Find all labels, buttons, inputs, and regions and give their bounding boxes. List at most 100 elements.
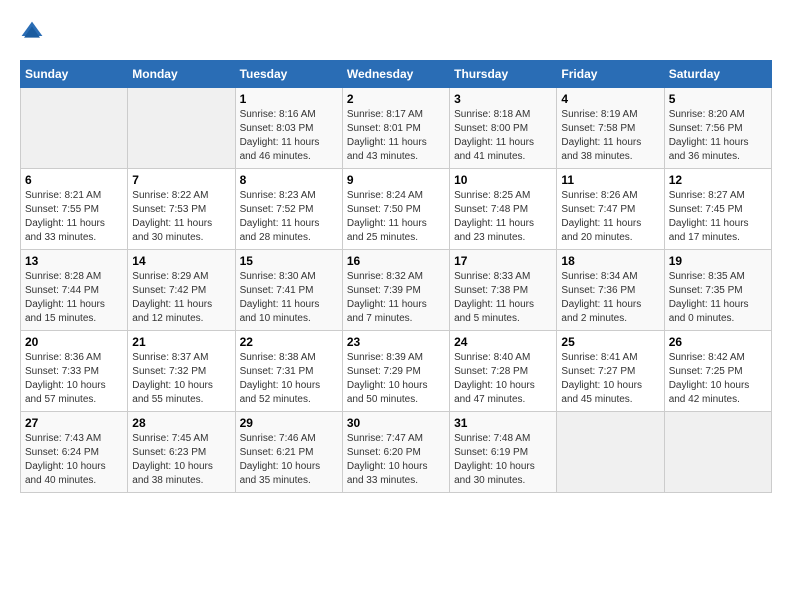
day-number: 30 [347, 416, 445, 430]
calendar-cell: 3 Sunrise: 8:18 AM Sunset: 8:00 PM Dayli… [450, 88, 557, 169]
day-number: 25 [561, 335, 659, 349]
calendar-week-row: 6 Sunrise: 8:21 AM Sunset: 7:55 PM Dayli… [21, 169, 772, 250]
calendar-cell: 11 Sunrise: 8:26 AM Sunset: 7:47 PM Dayl… [557, 169, 664, 250]
sunset-text: Sunset: 8:03 PM [240, 123, 314, 134]
sunset-text: Sunset: 7:25 PM [669, 366, 743, 377]
sunset-text: Sunset: 7:36 PM [561, 285, 635, 296]
sunrise-text: Sunrise: 8:39 AM [347, 352, 423, 363]
weekday-header-row: SundayMondayTuesdayWednesdayThursdayFrid… [21, 61, 772, 88]
daylight-text: Daylight: 11 hours and 17 minutes. [669, 218, 749, 243]
day-info: Sunrise: 8:39 AM Sunset: 7:29 PM Dayligh… [347, 351, 445, 407]
calendar-table: SundayMondayTuesdayWednesdayThursdayFrid… [20, 60, 772, 493]
calendar-cell: 14 Sunrise: 8:29 AM Sunset: 7:42 PM Dayl… [128, 250, 235, 331]
day-number: 26 [669, 335, 767, 349]
sunrise-text: Sunrise: 7:43 AM [25, 433, 101, 444]
calendar-cell: 1 Sunrise: 8:16 AM Sunset: 8:03 PM Dayli… [235, 88, 342, 169]
logo [20, 20, 48, 44]
day-number: 13 [25, 254, 123, 268]
daylight-text: Daylight: 11 hours and 5 minutes. [454, 299, 534, 324]
sunrise-text: Sunrise: 8:42 AM [669, 352, 745, 363]
day-info: Sunrise: 8:18 AM Sunset: 8:00 PM Dayligh… [454, 108, 552, 164]
sunset-text: Sunset: 6:20 PM [347, 447, 421, 458]
day-number: 11 [561, 173, 659, 187]
day-number: 28 [132, 416, 230, 430]
sunset-text: Sunset: 7:28 PM [454, 366, 528, 377]
sunset-text: Sunset: 7:33 PM [25, 366, 99, 377]
daylight-text: Daylight: 11 hours and 43 minutes. [347, 137, 427, 162]
sunset-text: Sunset: 7:45 PM [669, 204, 743, 215]
weekday-header: Tuesday [235, 61, 342, 88]
day-info: Sunrise: 8:29 AM Sunset: 7:42 PM Dayligh… [132, 270, 230, 326]
day-info: Sunrise: 8:16 AM Sunset: 8:03 PM Dayligh… [240, 108, 338, 164]
sunset-text: Sunset: 7:42 PM [132, 285, 206, 296]
day-info: Sunrise: 8:36 AM Sunset: 7:33 PM Dayligh… [25, 351, 123, 407]
sunrise-text: Sunrise: 8:18 AM [454, 109, 530, 120]
day-number: 2 [347, 92, 445, 106]
sunrise-text: Sunrise: 8:16 AM [240, 109, 316, 120]
daylight-text: Daylight: 11 hours and 25 minutes. [347, 218, 427, 243]
sunset-text: Sunset: 6:23 PM [132, 447, 206, 458]
calendar-cell: 21 Sunrise: 8:37 AM Sunset: 7:32 PM Dayl… [128, 331, 235, 412]
page-header [20, 20, 772, 44]
sunrise-text: Sunrise: 8:33 AM [454, 271, 530, 282]
daylight-text: Daylight: 10 hours and 55 minutes. [132, 380, 213, 405]
calendar-cell: 5 Sunrise: 8:20 AM Sunset: 7:56 PM Dayli… [664, 88, 771, 169]
daylight-text: Daylight: 11 hours and 46 minutes. [240, 137, 320, 162]
daylight-text: Daylight: 10 hours and 35 minutes. [240, 461, 321, 486]
sunrise-text: Sunrise: 8:29 AM [132, 271, 208, 282]
daylight-text: Daylight: 11 hours and 2 minutes. [561, 299, 641, 324]
calendar-cell: 26 Sunrise: 8:42 AM Sunset: 7:25 PM Dayl… [664, 331, 771, 412]
sunrise-text: Sunrise: 8:20 AM [669, 109, 745, 120]
day-info: Sunrise: 8:25 AM Sunset: 7:48 PM Dayligh… [454, 189, 552, 245]
weekday-header: Thursday [450, 61, 557, 88]
day-info: Sunrise: 8:42 AM Sunset: 7:25 PM Dayligh… [669, 351, 767, 407]
sunrise-text: Sunrise: 8:19 AM [561, 109, 637, 120]
day-number: 22 [240, 335, 338, 349]
calendar-cell: 16 Sunrise: 8:32 AM Sunset: 7:39 PM Dayl… [342, 250, 449, 331]
sunset-text: Sunset: 7:27 PM [561, 366, 635, 377]
calendar-cell: 25 Sunrise: 8:41 AM Sunset: 7:27 PM Dayl… [557, 331, 664, 412]
weekday-header: Saturday [664, 61, 771, 88]
daylight-text: Daylight: 10 hours and 52 minutes. [240, 380, 321, 405]
sunset-text: Sunset: 7:38 PM [454, 285, 528, 296]
logo-icon [20, 20, 44, 44]
daylight-text: Daylight: 11 hours and 38 minutes. [561, 137, 641, 162]
daylight-text: Daylight: 10 hours and 38 minutes. [132, 461, 213, 486]
day-info: Sunrise: 8:38 AM Sunset: 7:31 PM Dayligh… [240, 351, 338, 407]
day-info: Sunrise: 8:24 AM Sunset: 7:50 PM Dayligh… [347, 189, 445, 245]
day-info: Sunrise: 7:46 AM Sunset: 6:21 PM Dayligh… [240, 432, 338, 488]
weekday-header: Wednesday [342, 61, 449, 88]
daylight-text: Daylight: 11 hours and 15 minutes. [25, 299, 105, 324]
daylight-text: Daylight: 11 hours and 33 minutes. [25, 218, 105, 243]
sunrise-text: Sunrise: 7:46 AM [240, 433, 316, 444]
day-number: 21 [132, 335, 230, 349]
day-number: 4 [561, 92, 659, 106]
day-info: Sunrise: 8:17 AM Sunset: 8:01 PM Dayligh… [347, 108, 445, 164]
daylight-text: Daylight: 11 hours and 30 minutes. [132, 218, 212, 243]
day-info: Sunrise: 7:43 AM Sunset: 6:24 PM Dayligh… [25, 432, 123, 488]
sunrise-text: Sunrise: 7:45 AM [132, 433, 208, 444]
calendar-cell: 28 Sunrise: 7:45 AM Sunset: 6:23 PM Dayl… [128, 412, 235, 493]
sunrise-text: Sunrise: 8:36 AM [25, 352, 101, 363]
day-info: Sunrise: 8:23 AM Sunset: 7:52 PM Dayligh… [240, 189, 338, 245]
sunset-text: Sunset: 7:58 PM [561, 123, 635, 134]
sunset-text: Sunset: 7:56 PM [669, 123, 743, 134]
daylight-text: Daylight: 10 hours and 30 minutes. [454, 461, 535, 486]
sunset-text: Sunset: 7:44 PM [25, 285, 99, 296]
day-number: 29 [240, 416, 338, 430]
calendar-cell: 12 Sunrise: 8:27 AM Sunset: 7:45 PM Dayl… [664, 169, 771, 250]
sunset-text: Sunset: 7:52 PM [240, 204, 314, 215]
sunset-text: Sunset: 6:21 PM [240, 447, 314, 458]
calendar-cell: 2 Sunrise: 8:17 AM Sunset: 8:01 PM Dayli… [342, 88, 449, 169]
sunset-text: Sunset: 7:53 PM [132, 204, 206, 215]
daylight-text: Daylight: 10 hours and 50 minutes. [347, 380, 428, 405]
calendar-cell: 29 Sunrise: 7:46 AM Sunset: 6:21 PM Dayl… [235, 412, 342, 493]
day-number: 15 [240, 254, 338, 268]
day-number: 16 [347, 254, 445, 268]
day-number: 18 [561, 254, 659, 268]
day-number: 1 [240, 92, 338, 106]
sunrise-text: Sunrise: 8:26 AM [561, 190, 637, 201]
daylight-text: Daylight: 10 hours and 42 minutes. [669, 380, 750, 405]
day-info: Sunrise: 8:27 AM Sunset: 7:45 PM Dayligh… [669, 189, 767, 245]
calendar-cell: 18 Sunrise: 8:34 AM Sunset: 7:36 PM Dayl… [557, 250, 664, 331]
